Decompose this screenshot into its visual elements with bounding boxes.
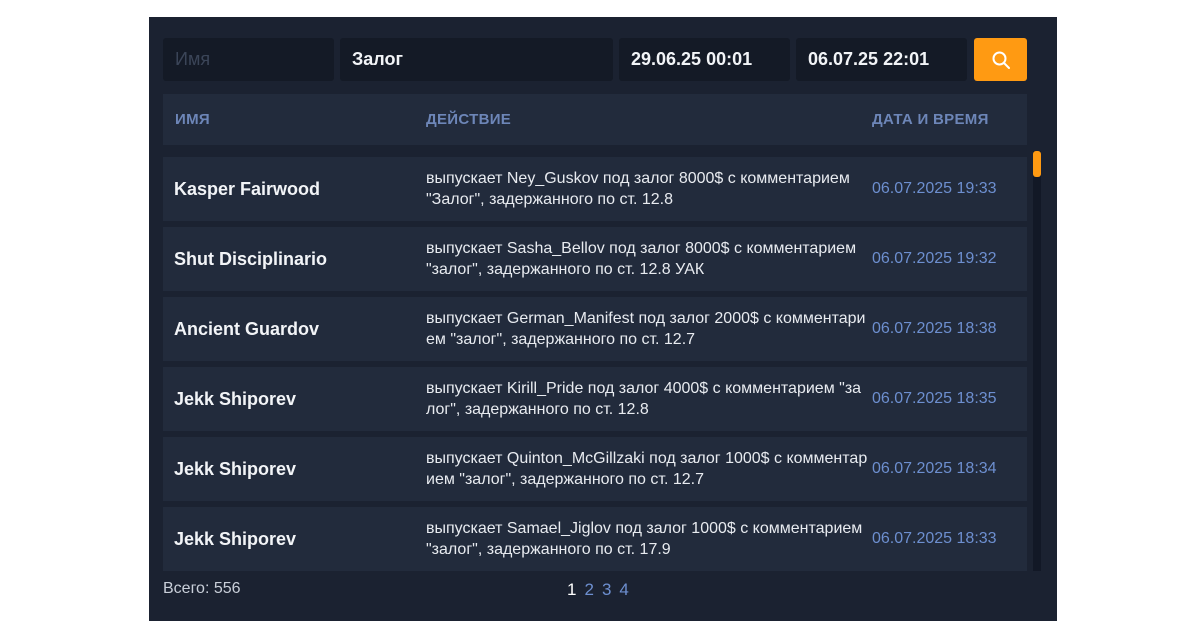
date-from-input[interactable] [619,38,790,81]
row-action: выпускает Sasha_Bellov под залог 8000$ с… [426,240,857,278]
row-datetime: 06.07.2025 18:34 [872,460,997,477]
action-filter-input[interactable] [340,38,613,81]
page-link-1[interactable]: 1 [567,580,576,599]
row-name: Jekk Shiporev [174,389,297,409]
row-action: выпускает Quinton_McGillzaki под залог 1… [426,450,868,488]
table-row: Shut Disciplinario выпускает Sasha_Bellov… [163,227,1027,291]
row-name: Ancient Guardov [174,319,320,339]
total-count: Всего: 556 [163,580,241,597]
page-link-2[interactable]: 2 [584,580,593,599]
row-name: Jekk Shiporev [174,529,297,549]
column-header-datetime: ДАТА И ВРЕМЯ [872,111,989,128]
table-row: Jekk Shiporev выпускает Quinton_McGillzak… [163,437,1027,501]
row-name: Jekk Shiporev [174,459,297,479]
name-filter-input[interactable] [163,38,334,81]
search-icon [992,51,1010,69]
row-datetime: 06.07.2025 19:32 [872,250,997,267]
table-row: Jekk Shiporev выпускает Kirill_Pride под … [163,367,1027,431]
scrollbar-track[interactable] [1033,151,1041,571]
scrollbar-thumb[interactable] [1033,151,1041,177]
filter-bar [163,38,1029,81]
search-button[interactable] [974,38,1027,81]
pagination: 1234 [567,580,637,600]
column-header-name: ИМЯ [175,111,210,128]
row-datetime: 06.07.2025 18:33 [872,530,997,547]
row-action: выпускает German_Manifest под залог 2000… [426,310,866,348]
row-name: Shut Disciplinario [174,249,328,269]
logs-panel: ИМЯ ДЕЙСТВИЕ ДАТА И ВРЕМЯ Kasper Fairwoo… [149,17,1057,621]
table-header: ИМЯ ДЕЙСТВИЕ ДАТА И ВРЕМЯ [163,94,1027,145]
row-action: выпускает Kirill_Pride под залог 4000$ с… [426,380,862,418]
row-action: выпускает Ney_Guskov под залог 8000$ с к… [426,170,850,208]
table-row: Jekk Shiporev выпускает Samael_Jiglov под… [163,507,1027,571]
page-link-3[interactable]: 3 [602,580,611,599]
table-row: Kasper Fairwood выпускает Ney_Guskov под … [163,157,1027,221]
row-action: выпускает Samael_Jiglov под залог 1000$ … [426,520,863,558]
row-datetime: 06.07.2025 19:33 [872,180,997,197]
date-to-input[interactable] [796,38,967,81]
page-link-4[interactable]: 4 [619,580,628,599]
column-header-action: ДЕЙСТВИЕ [426,111,512,128]
row-name: Kasper Fairwood [174,179,321,199]
table-row: Ancient Guardov выпускает German_Manifest… [163,297,1027,361]
row-datetime: 06.07.2025 18:35 [872,390,997,407]
row-datetime: 06.07.2025 18:38 [872,320,997,337]
